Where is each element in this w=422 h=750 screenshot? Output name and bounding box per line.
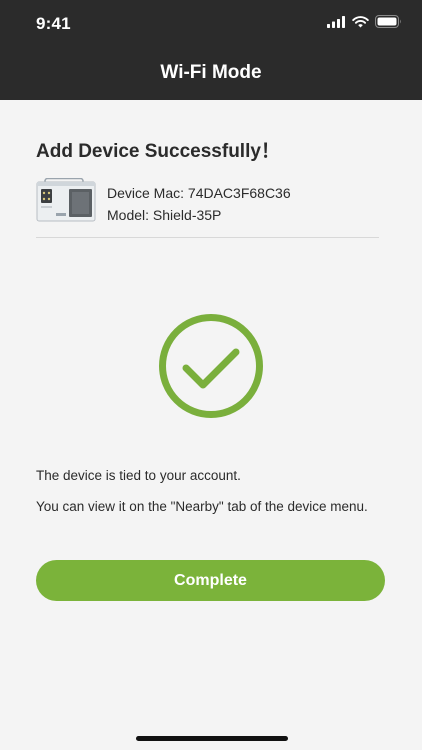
checkmark-circle-icon (157, 312, 265, 420)
battery-icon (375, 15, 402, 28)
bound-account-message: The device is tied to your account. (36, 468, 241, 483)
nearby-tab-hint: You can view it on the "Nearby" tab of t… (36, 499, 368, 514)
device-info-row: Device Mac: 74DAC3F68C36 Model: Shield-3… (36, 176, 379, 238)
page-title: Wi-Fi Mode (0, 62, 422, 84)
status-icons (327, 15, 402, 28)
home-indicator[interactable] (136, 736, 288, 741)
status-time: 9:41 (36, 14, 71, 34)
success-title: Add Device Successfully！ (36, 136, 280, 163)
complete-button[interactable]: Complete (36, 560, 385, 601)
wifi-icon (352, 16, 369, 28)
app-header: 9:41 Wi-Fi Mode (0, 0, 422, 100)
device-mac: Device Mac: 74DAC3F68C36 (107, 182, 291, 204)
dehumidifier-device-icon (36, 178, 96, 222)
cellular-signal-icon (327, 16, 346, 28)
device-details: Device Mac: 74DAC3F68C36 Model: Shield-3… (107, 182, 291, 226)
device-model: Model: Shield-35P (107, 204, 291, 226)
